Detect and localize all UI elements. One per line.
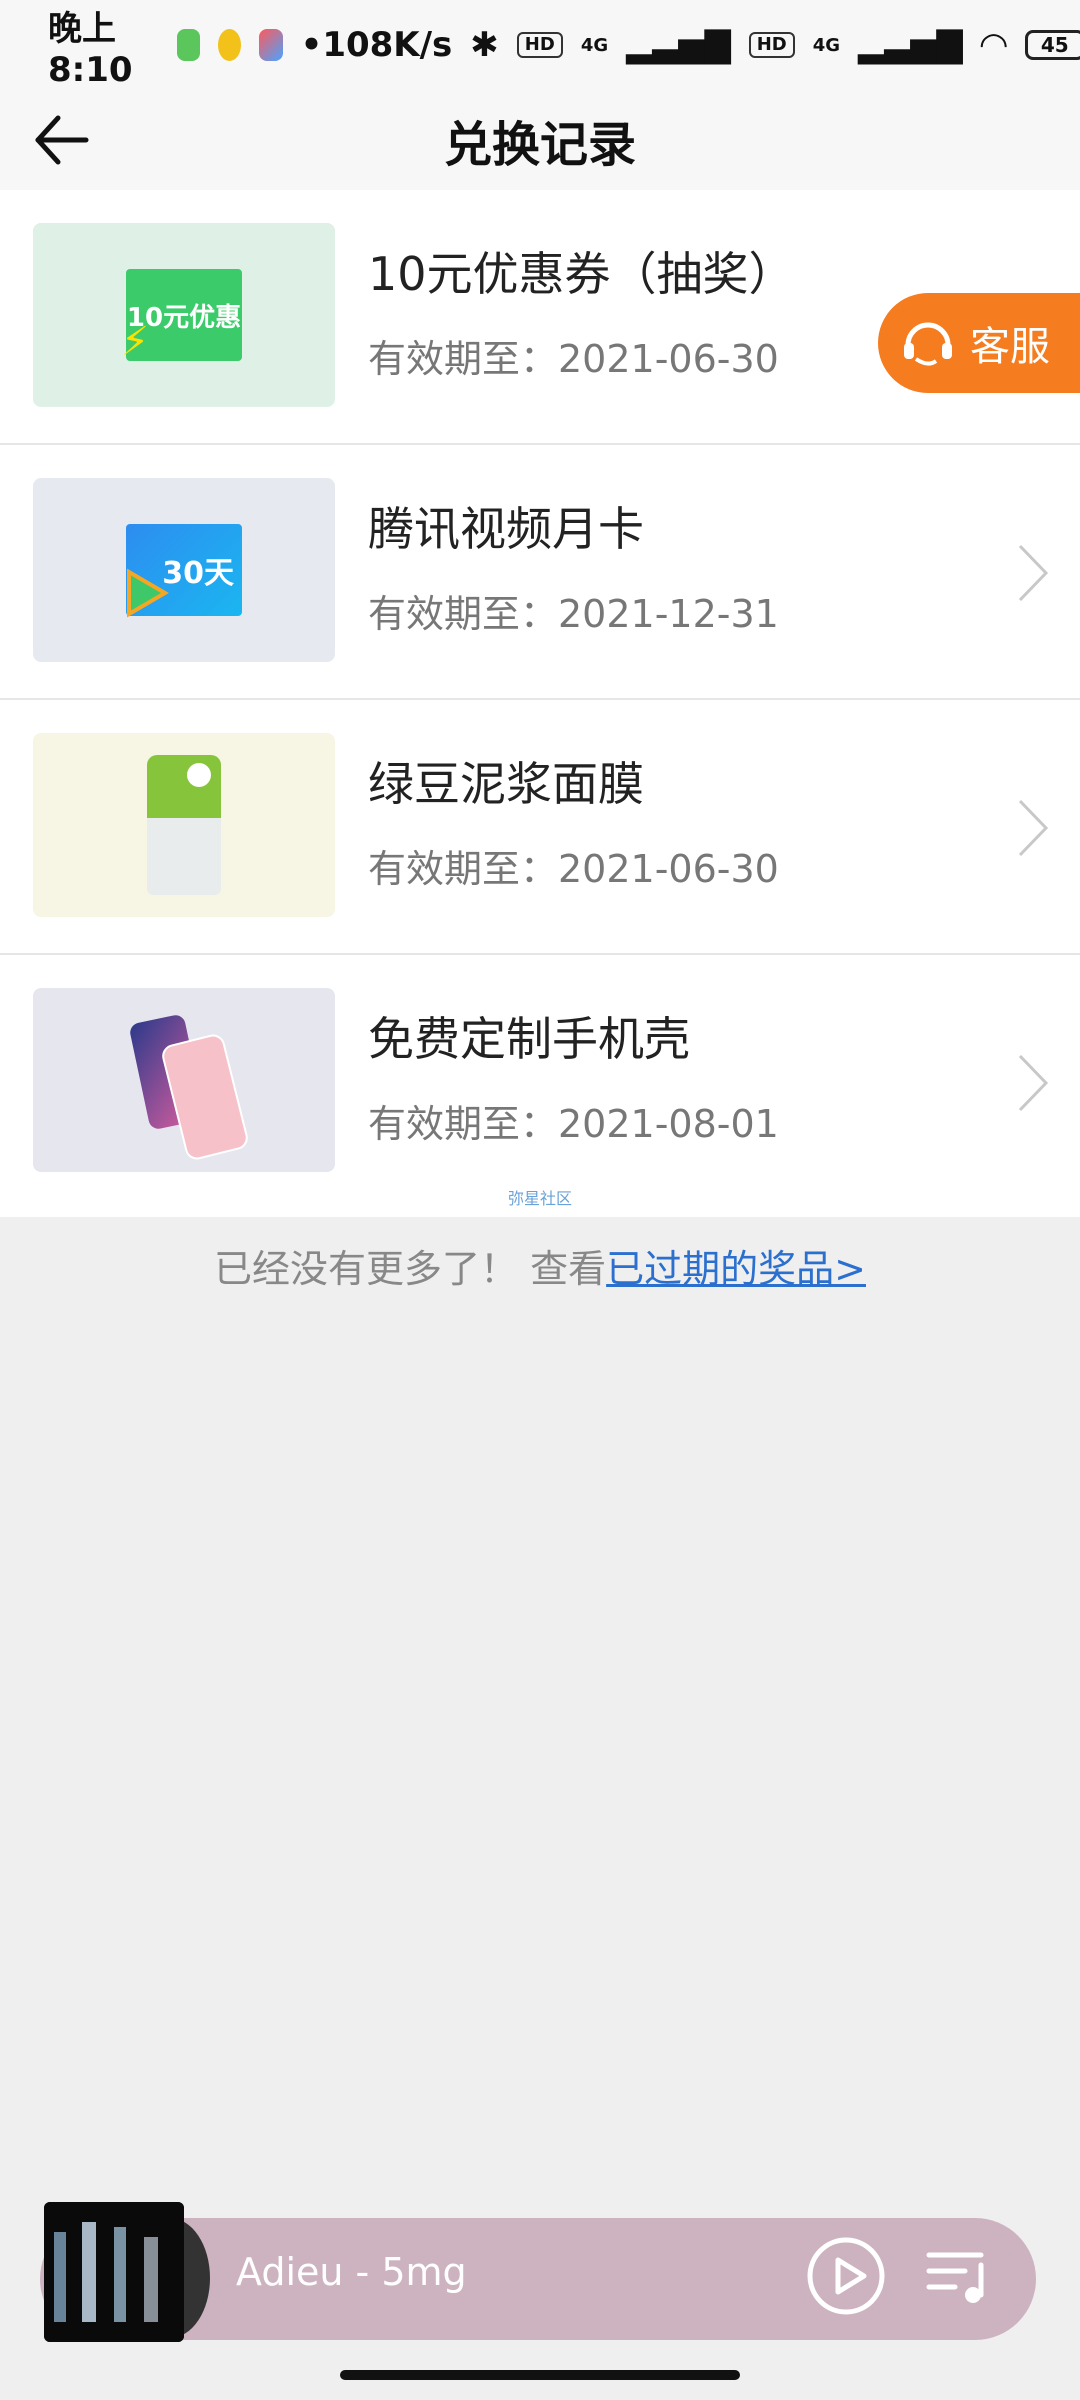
- expired-prizes-link[interactable]: 已过期的奖品>: [606, 1247, 866, 1291]
- item-date: 有效期至：2021-06-30: [368, 337, 779, 381]
- item-title: 免费定制手机壳: [368, 1012, 690, 1066]
- status-bar: 晚上8:10 • 108K/s ✱ HD 4G ▂▃▅▇ HD 4G ▂▃▅▇ …: [0, 0, 1080, 90]
- signal-icon: ▂▃▅▇: [858, 25, 963, 65]
- signal-label: 4G: [812, 34, 841, 56]
- item-date: 有效期至：2021-08-01: [368, 1102, 779, 1146]
- home-indicator[interactable]: [340, 2370, 740, 2380]
- album-art[interactable]: [44, 2202, 184, 2342]
- signal-label: 4G: [580, 34, 609, 56]
- signal-icon: ▂▃▅▇: [626, 25, 731, 65]
- item-date: 有效期至：2021-06-30: [368, 847, 779, 891]
- hd-badge: HD: [748, 32, 795, 58]
- chevron-right-icon[interactable]: [1016, 797, 1052, 859]
- song-title: Adieu - 5mg: [236, 2250, 467, 2294]
- end-of-list-note: 已经没有更多了！ 查看已过期的奖品>: [0, 1238, 1080, 1293]
- play-logo-icon: [127, 568, 169, 618]
- mask-thumbnail: [33, 733, 335, 917]
- headset-icon: [904, 322, 952, 366]
- battery-level: 45: [1024, 30, 1080, 60]
- item-title: 腾讯视频月卡: [368, 502, 644, 556]
- no-more-text: 已经没有更多了！ 查看: [214, 1247, 607, 1291]
- back-arrow-icon[interactable]: [30, 108, 94, 172]
- item-title: 绿豆泥浆面膜: [368, 757, 644, 811]
- status-right: 108K/s ✱ HD 4G ▂▃▅▇ HD 4G ▂▃▅▇ ◠ 45: [322, 25, 1080, 65]
- app-notification-icon: [176, 29, 201, 61]
- playlist-icon[interactable]: [925, 2245, 991, 2307]
- wifi-icon: ◠: [980, 25, 1007, 65]
- watermark-text: 弥星社区: [508, 1189, 573, 1208]
- app-notification-icon: [259, 29, 283, 61]
- app-header: 兑换记录: [0, 90, 1080, 190]
- clock: 晚上8:10: [48, 8, 133, 90]
- item-date: 有效期至：2021-12-31: [368, 592, 779, 636]
- list-item[interactable]: 30天 腾讯视频月卡 有效期至：2021-12-31: [0, 445, 1080, 700]
- bluetooth-icon: ✱: [470, 25, 499, 65]
- page-title: 兑换记录: [443, 117, 636, 173]
- phone-case-image: [159, 1032, 251, 1162]
- mask-pack-image: [147, 755, 221, 895]
- dot-icon: •: [300, 25, 323, 65]
- battery-icon: 45: [1024, 30, 1080, 60]
- customer-service-label: 客服: [970, 324, 1050, 370]
- network-speed: 108K/s: [322, 25, 453, 65]
- list-item[interactable]: 免费定制手机壳 有效期至：2021-08-01: [0, 955, 1080, 1217]
- video-card-thumbnail: 30天: [33, 478, 335, 662]
- chevron-right-icon[interactable]: [1016, 1052, 1052, 1114]
- chevron-right-icon[interactable]: [1016, 542, 1052, 604]
- lightning-icon: ⚡: [121, 319, 150, 365]
- app-notification-icon: [218, 29, 242, 61]
- customer-service-button[interactable]: 客服: [878, 293, 1080, 393]
- coupon-thumbnail: 10元优惠 ⚡: [33, 223, 335, 407]
- item-title: 10元优惠券（抽奖）: [368, 247, 795, 301]
- list-item[interactable]: 绿豆泥浆面膜 有效期至：2021-06-30: [0, 700, 1080, 955]
- phone-case-thumbnail: [33, 988, 335, 1172]
- play-button-icon[interactable]: [806, 2236, 886, 2316]
- status-left: 晚上8:10 •: [48, 1, 322, 90]
- hd-badge: HD: [516, 32, 563, 58]
